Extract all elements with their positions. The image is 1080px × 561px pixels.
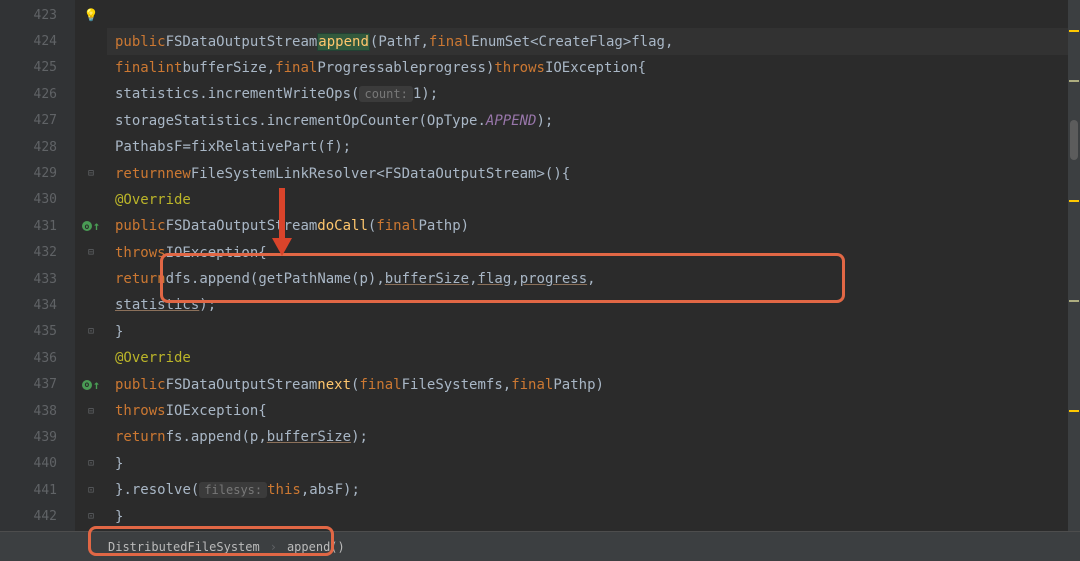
fold-icon[interactable]: ⊟ [88,168,94,179]
code-line[interactable]: return fs.append(p, bufferSize); [107,424,1080,450]
scrollbar-thumb[interactable] [1070,120,1078,160]
override-icon[interactable]: o [82,380,92,390]
code-line[interactable]: final int bufferSize, final Progressable… [107,55,1080,81]
code-content[interactable]: public FSDataOutputStream append(Path f,… [107,0,1080,561]
code-line[interactable]: } [107,503,1080,529]
code-editor[interactable]: 423 424 425 426 427 428 429 430 431 432 … [0,0,1080,561]
line-gutter: 423 424 425 426 427 428 429 430 431 432 … [0,0,75,561]
code-line[interactable]: statistics); [107,292,1080,318]
scrollbar-marker[interactable] [1069,80,1079,82]
override-arrow-icon: ↑ [93,219,100,233]
code-line[interactable]: } [107,319,1080,345]
code-line[interactable]: public FSDataOutputStream doCall(final P… [107,213,1080,239]
line-number: 433 [0,266,75,292]
scrollbar-marker[interactable] [1069,300,1079,302]
line-number: 428 [0,134,75,160]
scrollbar-marker[interactable] [1069,200,1079,202]
code-line[interactable]: } [107,451,1080,477]
code-line[interactable]: }.resolve( filesys: this, absF); [107,477,1080,503]
code-line[interactable]: throws IOException { [107,398,1080,424]
line-number: 424 [0,28,75,54]
line-number: 435 [0,319,75,345]
line-number: 427 [0,108,75,134]
code-line[interactable]: public FSDataOutputStream append(Path f,… [107,28,1080,54]
code-line[interactable]: throws IOException { [107,240,1080,266]
line-number: 431 [0,213,75,239]
breadcrumb[interactable]: DistributedFileSystem › append() [0,531,1080,561]
line-number: 436 [0,345,75,371]
line-number: 441 [0,477,75,503]
line-number: 434 [0,292,75,318]
code-line[interactable]: @Override [107,187,1080,213]
line-number: 440 [0,451,75,477]
line-number: 426 [0,81,75,107]
line-number: 430 [0,187,75,213]
code-line[interactable]: public FSDataOutputStream next(final Fil… [107,371,1080,397]
code-line[interactable]: @Override [107,345,1080,371]
line-number: 438 [0,398,75,424]
fold-icon[interactable]: ⊟ [88,406,94,417]
fold-end-icon[interactable]: ⊡ [88,511,94,522]
line-number: 423 [0,2,75,28]
inlay-hint: filesys: [199,482,267,498]
line-number: 442 [0,503,75,529]
line-number: 439 [0,424,75,450]
line-number: 432 [0,240,75,266]
fold-end-icon[interactable]: ⊡ [88,458,94,469]
breadcrumb-class[interactable]: DistributedFileSystem [100,540,268,554]
vertical-scrollbar[interactable] [1068,0,1080,531]
line-number: 425 [0,55,75,81]
code-line[interactable]: return new FileSystemLinkResolver<FSData… [107,160,1080,186]
fold-end-icon[interactable]: ⊡ [88,326,94,337]
code-line[interactable]: Path absF = fixRelativePart(f); [107,134,1080,160]
scrollbar-marker[interactable] [1069,30,1079,32]
override-arrow-icon: ↑ [93,378,100,392]
code-line[interactable] [107,2,1080,28]
code-line[interactable]: return dfs.append(getPathName(p), buffer… [107,266,1080,292]
line-number: 437 [0,371,75,397]
fold-end-icon[interactable]: ⊡ [88,485,94,496]
intention-bulb-icon[interactable]: 💡 [84,8,99,22]
inlay-hint: count: [359,86,412,102]
code-line[interactable]: storageStatistics.incrementOpCounter(OpT… [107,108,1080,134]
scrollbar-marker[interactable] [1069,410,1079,412]
fold-icon[interactable]: ⊟ [88,247,94,258]
line-number: 429 [0,160,75,186]
override-icon[interactable]: o [82,221,92,231]
breadcrumb-separator-icon: › [268,540,279,554]
code-line[interactable]: statistics.incrementWriteOps( count: 1); [107,81,1080,107]
breadcrumb-method[interactable]: append() [279,540,353,554]
gutter-icons: 💡 ⊟ o↑ ⊟ ⊡ o↑ ⊟ ⊡ ⊡ ⊡ [75,0,107,561]
